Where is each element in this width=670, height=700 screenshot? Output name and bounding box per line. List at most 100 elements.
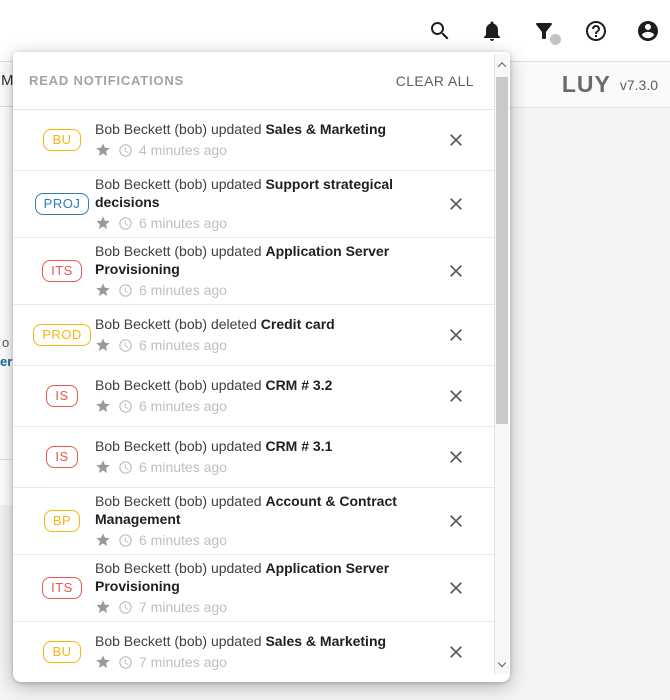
close-notification-icon[interactable] — [446, 261, 466, 281]
badge-column: ITS — [29, 260, 95, 282]
close-notification-icon[interactable] — [446, 325, 466, 345]
help-icon[interactable] — [584, 19, 608, 43]
badge-column: BP — [29, 510, 95, 532]
star-icon[interactable] — [95, 282, 111, 298]
notifications-bell-icon[interactable] — [480, 19, 504, 43]
type-badge: BU — [43, 641, 80, 663]
notification-text-column: Bob Beckett (bob) updated Sales & Market… — [95, 633, 430, 672]
notification-prefix: Bob Beckett (bob) updated — [95, 493, 262, 509]
close-column — [430, 386, 482, 406]
notification-text-column: Bob Beckett (bob) updated Sales & Market… — [95, 121, 430, 160]
background-divider — [0, 459, 13, 460]
notification-meta: 7 minutes ago — [95, 653, 424, 671]
star-icon[interactable] — [95, 599, 111, 615]
notification-subject: CRM # 3.1 — [265, 438, 332, 454]
close-notification-icon[interactable] — [446, 447, 466, 467]
notification-timestamp: 7 minutes ago — [139, 654, 227, 670]
scrollbar-up-arrow-icon[interactable] — [495, 58, 509, 72]
type-badge: ITS — [42, 260, 82, 282]
notification-prefix: Bob Beckett (bob) updated — [95, 176, 262, 192]
notification-text-column: Bob Beckett (bob) updated Account & Cont… — [95, 493, 430, 549]
notification-meta: 6 minutes ago — [95, 458, 424, 476]
background-link-fragment: er — [0, 354, 12, 369]
background-text-fragment: o — [2, 335, 9, 350]
scrollbar-thumb[interactable] — [496, 77, 508, 424]
notification-subject: CRM # 3.2 — [265, 377, 332, 393]
notification-row[interactable]: PROJ Bob Beckett (bob) updated Support s… — [13, 171, 494, 238]
clock-icon — [118, 338, 133, 353]
notification-subject: Credit card — [261, 316, 335, 332]
type-badge: PROJ — [35, 193, 90, 215]
filter-icon[interactable] — [532, 19, 556, 43]
type-badge: ITS — [42, 577, 82, 599]
star-icon[interactable] — [95, 532, 111, 548]
scrollbar-down-arrow-icon[interactable] — [495, 656, 509, 670]
type-badge: IS — [46, 446, 77, 468]
close-notification-icon[interactable] — [446, 642, 466, 662]
notification-message: Bob Beckett (bob) updated Support strate… — [95, 176, 424, 211]
notification-timestamp: 7 minutes ago — [139, 599, 227, 615]
app-version: v7.3.0 — [620, 77, 658, 93]
close-notification-icon[interactable] — [446, 386, 466, 406]
notification-row[interactable]: BP Bob Beckett (bob) updated Account & C… — [13, 488, 494, 555]
star-icon[interactable] — [95, 337, 111, 353]
notification-message: Bob Beckett (bob) updated Sales & Market… — [95, 633, 424, 651]
panel-header: READ NOTIFICATIONS CLEAR ALL — [13, 52, 510, 110]
star-icon[interactable] — [95, 142, 111, 158]
notification-text-column: Bob Beckett (bob) deleted Credit card 6 … — [95, 316, 430, 355]
background-divider — [0, 106, 13, 107]
panel-scrollbar[interactable] — [494, 54, 509, 674]
notification-prefix: Bob Beckett (bob) deleted — [95, 316, 257, 332]
clock-icon — [118, 143, 133, 158]
type-badge: BU — [43, 129, 80, 151]
close-notification-icon[interactable] — [446, 130, 466, 150]
close-notification-icon[interactable] — [446, 511, 466, 531]
notification-message: Bob Beckett (bob) updated Sales & Market… — [95, 121, 424, 139]
notification-message: Bob Beckett (bob) deleted Credit card — [95, 316, 424, 334]
notification-row[interactable]: BU Bob Beckett (bob) updated Sales & Mar… — [13, 110, 494, 171]
clock-icon — [118, 655, 133, 670]
close-column — [430, 578, 482, 598]
search-icon[interactable] — [428, 19, 452, 43]
notification-timestamp: 6 minutes ago — [139, 532, 227, 548]
notification-timestamp: 4 minutes ago — [139, 142, 227, 158]
clock-icon — [118, 283, 133, 298]
notification-text-column: Bob Beckett (bob) updated Application Se… — [95, 560, 430, 616]
notification-row[interactable]: ITS Bob Beckett (bob) updated Applicatio… — [13, 238, 494, 305]
close-column — [430, 261, 482, 281]
notification-meta: 6 minutes ago — [95, 397, 424, 415]
notification-message: Bob Beckett (bob) updated CRM # 3.2 — [95, 377, 424, 395]
close-column — [430, 194, 482, 214]
notification-text-column: Bob Beckett (bob) updated CRM # 3.1 6 mi… — [95, 438, 430, 477]
badge-column: IS — [29, 385, 95, 407]
notification-prefix: Bob Beckett (bob) updated — [95, 560, 262, 576]
close-column — [430, 642, 482, 662]
notification-meta: 6 minutes ago — [95, 281, 424, 299]
type-badge: BP — [44, 510, 80, 532]
background-nav-fragment: MI — [1, 72, 13, 89]
notification-timestamp: 6 minutes ago — [139, 282, 227, 298]
close-column — [430, 130, 482, 150]
notification-message: Bob Beckett (bob) updated Application Se… — [95, 243, 424, 278]
star-icon[interactable] — [95, 459, 111, 475]
account-icon[interactable] — [636, 19, 660, 43]
star-icon[interactable] — [95, 654, 111, 670]
star-icon[interactable] — [95, 398, 111, 414]
clear-all-button[interactable]: CLEAR ALL — [396, 73, 474, 89]
notification-row[interactable]: ITS Bob Beckett (bob) updated Applicatio… — [13, 555, 494, 622]
notification-prefix: Bob Beckett (bob) updated — [95, 377, 262, 393]
notification-timestamp: 6 minutes ago — [139, 215, 227, 231]
notification-row[interactable]: BU Bob Beckett (bob) updated Sales & Mar… — [13, 622, 494, 682]
notification-meta: 6 minutes ago — [95, 531, 424, 549]
badge-column: ITS — [29, 577, 95, 599]
close-notification-icon[interactable] — [446, 194, 466, 214]
notification-row[interactable]: PROD Bob Beckett (bob) deleted Credit ca… — [13, 305, 494, 366]
notification-prefix: Bob Beckett (bob) updated — [95, 633, 262, 649]
notification-row[interactable]: IS Bob Beckett (bob) updated CRM # 3.1 6… — [13, 427, 494, 488]
clock-icon — [118, 600, 133, 615]
star-icon[interactable] — [95, 215, 111, 231]
close-notification-icon[interactable] — [446, 578, 466, 598]
type-badge: PROD — [33, 324, 91, 346]
notification-row[interactable]: IS Bob Beckett (bob) updated CRM # 3.2 6… — [13, 366, 494, 427]
notification-text-column: Bob Beckett (bob) updated Support strate… — [95, 176, 430, 232]
